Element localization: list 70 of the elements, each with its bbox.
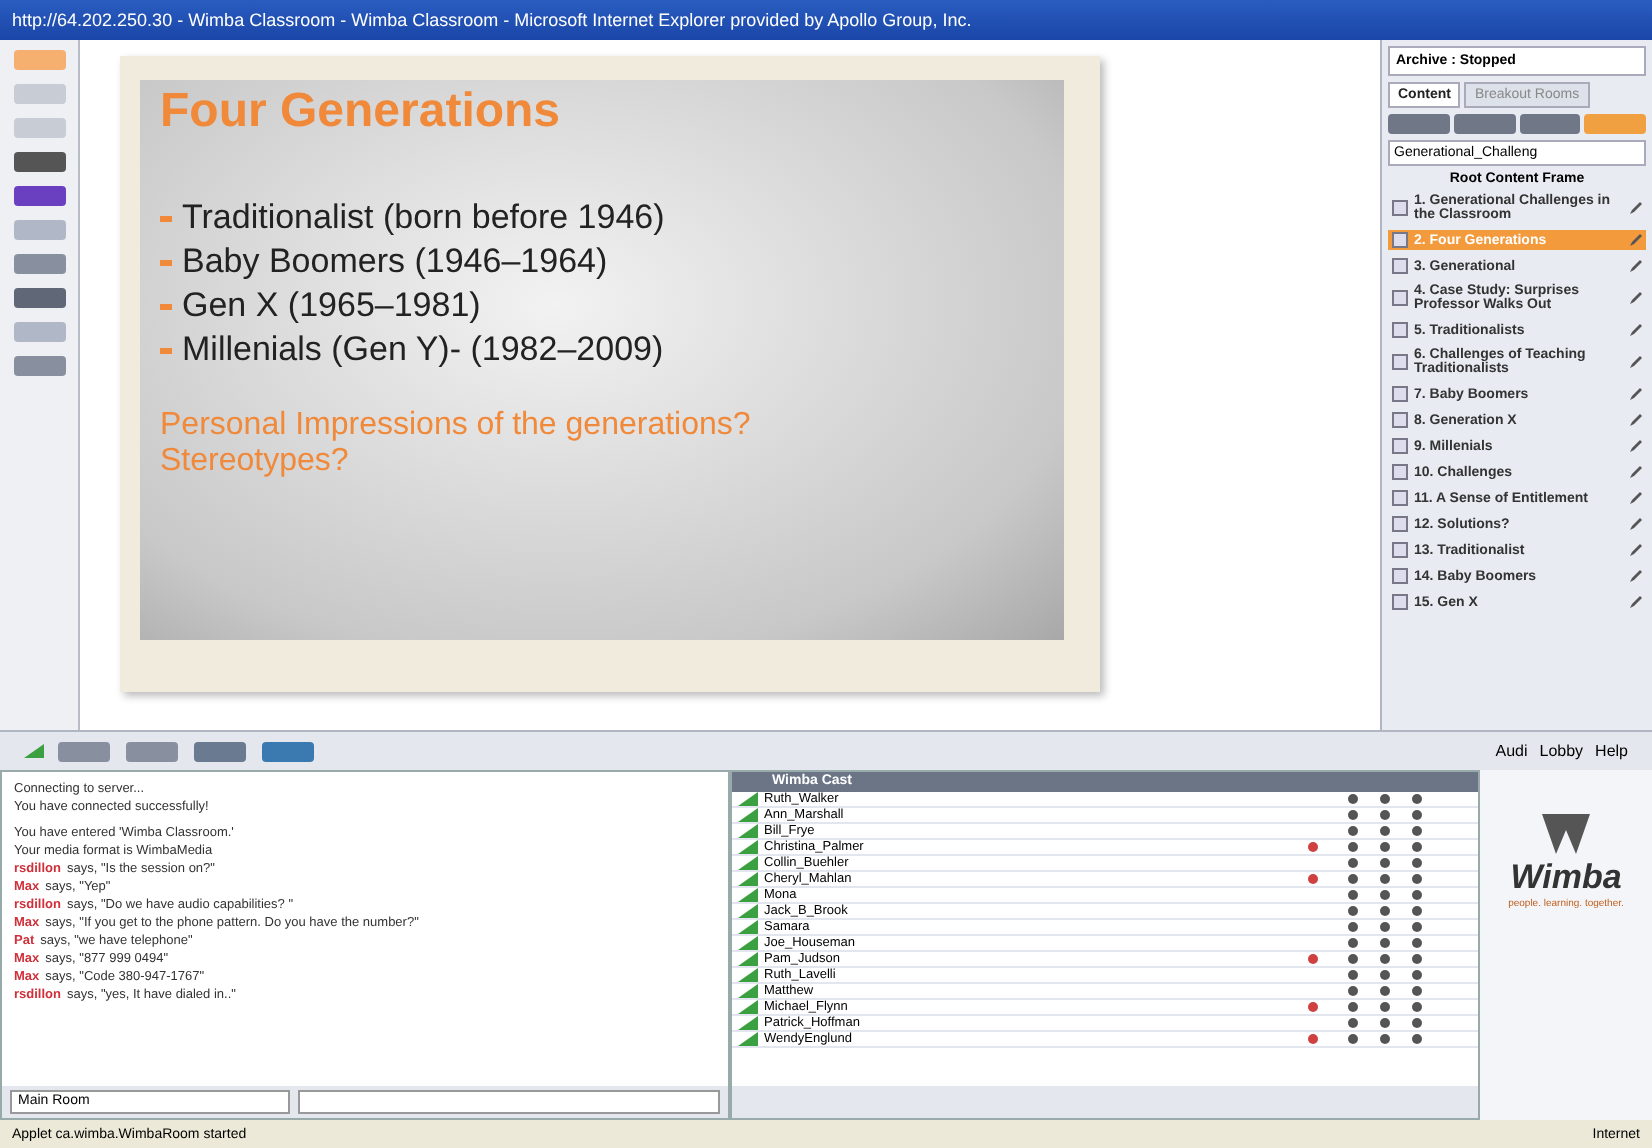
status-dot — [1412, 890, 1422, 900]
status-dot — [1412, 986, 1422, 996]
status-dot — [1412, 842, 1422, 852]
status-dot — [1412, 858, 1422, 868]
top-link[interactable]: Audi — [1495, 742, 1528, 760]
status-dot — [1412, 906, 1422, 916]
status-dot — [1348, 826, 1358, 836]
bullet-icon — [160, 216, 172, 223]
status-dot — [1412, 794, 1422, 804]
status-dot — [1348, 1034, 1358, 1044]
status-dot — [1412, 954, 1422, 964]
status-dot — [1380, 1002, 1390, 1012]
panel-button[interactable] — [1519, 114, 1581, 134]
status-dot — [1348, 1018, 1358, 1028]
bullet-point: Baby Boomers (1946–1964) — [182, 242, 608, 280]
status-dot — [1348, 954, 1358, 964]
slide-title: Four Generations — [160, 84, 563, 140]
status-dot — [1348, 794, 1358, 804]
status-dot — [1380, 842, 1390, 852]
slide-question: Personal Impressions of the generations? Stereotypes? — [160, 408, 753, 480]
status-dot — [1348, 858, 1358, 868]
tool-icon[interactable] — [11, 252, 67, 276]
status-dot — [1380, 986, 1390, 996]
status-dot — [1380, 826, 1390, 836]
status-dot — [1412, 810, 1422, 820]
status-dot — [1348, 922, 1358, 932]
status-dot — [1348, 890, 1358, 900]
status-dot — [1348, 810, 1358, 820]
status-dot — [1380, 874, 1390, 884]
status-dot — [1412, 922, 1422, 932]
status-dot — [1380, 970, 1390, 980]
status-dot — [1348, 874, 1358, 884]
bullet-point: Millenials (Gen Y)- (1982–2009) — [182, 330, 664, 368]
status-dot — [1412, 826, 1422, 836]
bullet-icon — [160, 348, 172, 355]
tool-icon[interactable] — [11, 354, 67, 378]
status-dot — [1348, 970, 1358, 980]
status-dot — [1348, 938, 1358, 948]
status-dot — [1380, 922, 1390, 932]
status-dot — [1412, 874, 1422, 884]
chat-input[interactable] — [298, 1090, 720, 1114]
status-dot — [1348, 986, 1358, 996]
tool-icon[interactable] — [11, 286, 67, 310]
status-dot — [1380, 1034, 1390, 1044]
status-dot — [1380, 890, 1390, 900]
status-dot — [1412, 970, 1422, 980]
window-title: http://64.202.250.30 - Wimba Classroom - Wimba Classroom - Microsoft Internet Explorer provided by Apollo Group, Inc. — [0, 0, 1652, 40]
status-dot — [1348, 1002, 1358, 1012]
bullet-icon — [160, 304, 172, 311]
status-dot — [1380, 1018, 1390, 1028]
bullet-point: Traditionalist (born before 1946) — [182, 198, 665, 236]
logo-name: Wimba — [1510, 858, 1622, 898]
status-dot — [1380, 938, 1390, 948]
status-dot — [1380, 858, 1390, 868]
status-dot — [1412, 1018, 1422, 1028]
signal-icon — [24, 744, 44, 758]
status-dot — [1348, 906, 1358, 916]
status-dot — [1380, 906, 1390, 916]
status-dot — [1380, 794, 1390, 804]
top-link[interactable]: Lobby — [1539, 742, 1584, 760]
panel-button[interactable] — [1453, 114, 1515, 134]
status-dot — [1348, 842, 1358, 852]
top-link[interactable]: Help — [1595, 742, 1628, 760]
status-dot — [1412, 1034, 1422, 1044]
bullet-icon — [160, 260, 172, 267]
status-dot — [1380, 810, 1390, 820]
status-dot — [1380, 954, 1390, 964]
status-dot — [1412, 938, 1422, 948]
bullet-point: Gen X (1965–1981) — [182, 286, 481, 324]
status-dot — [1412, 1002, 1422, 1012]
